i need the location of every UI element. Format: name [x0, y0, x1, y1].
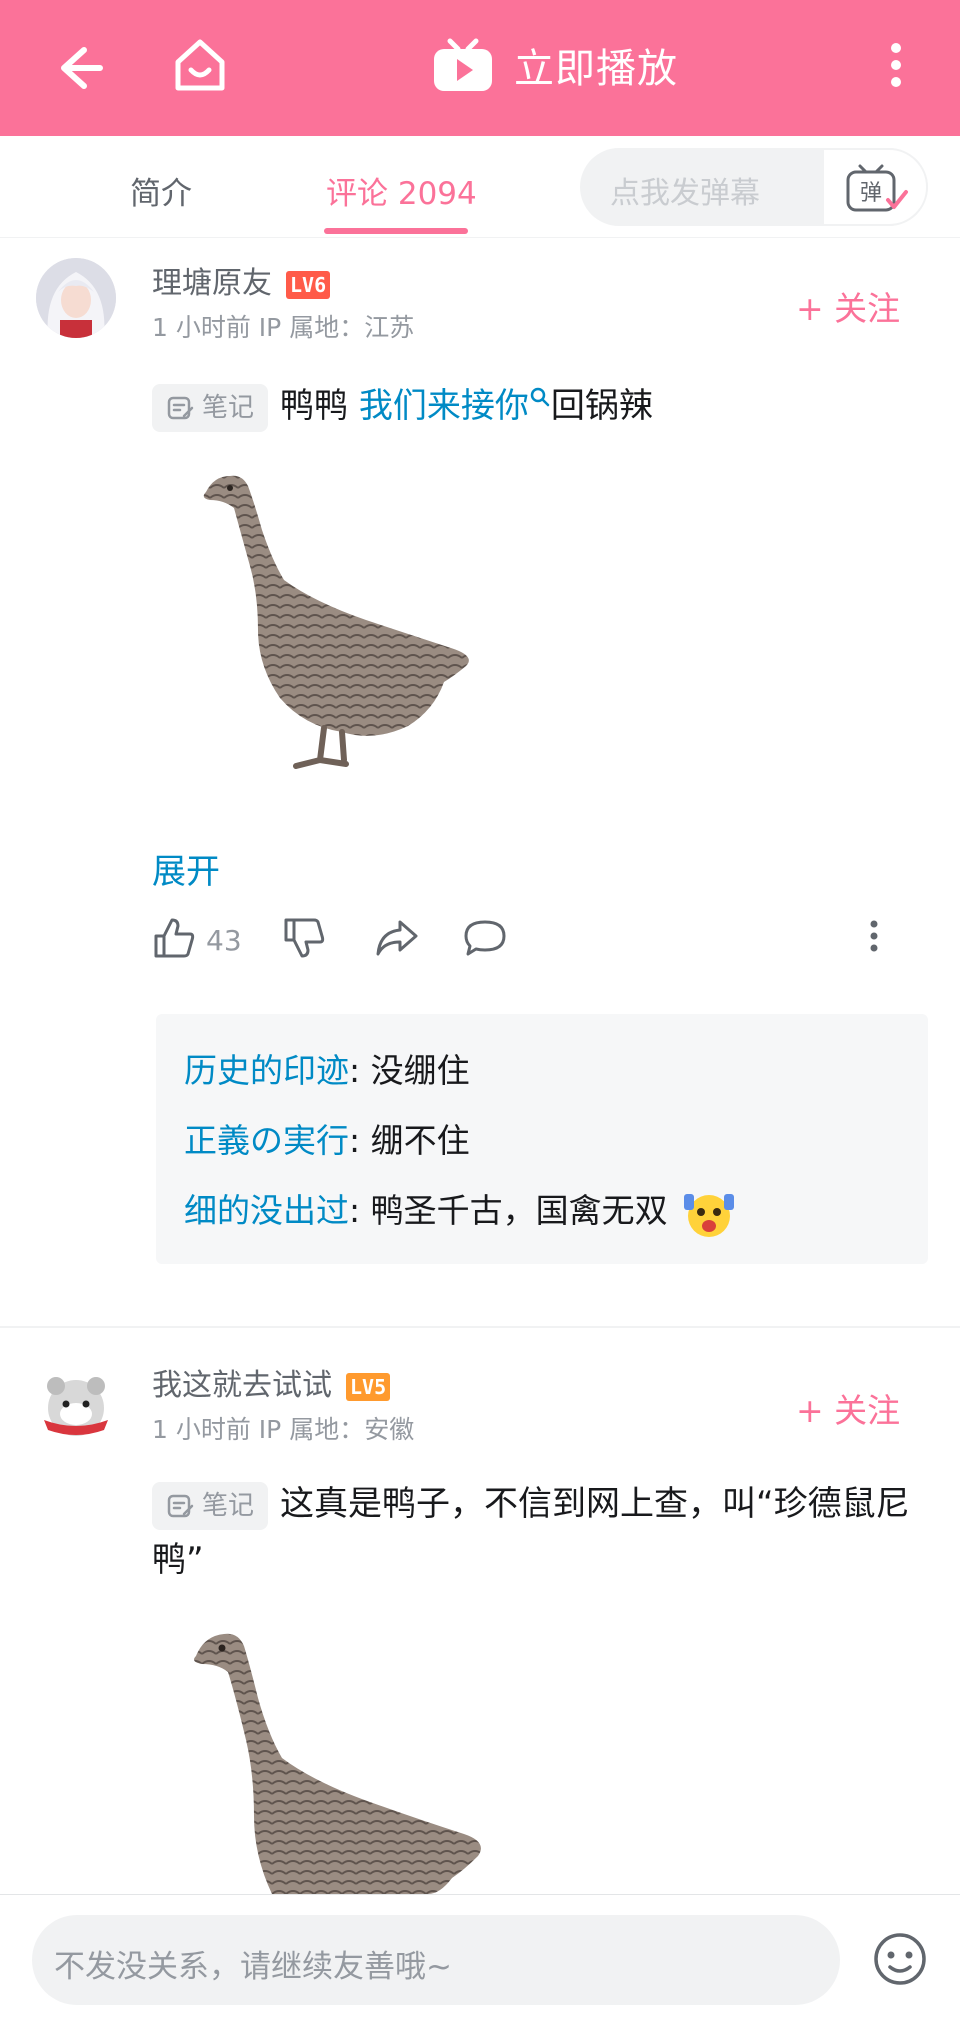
avatar[interactable] [36, 258, 116, 338]
shocked-emoji-icon [684, 1193, 735, 1237]
emoji-icon[interactable] [872, 1931, 928, 1987]
reply-username[interactable]: 历史的印迹 [184, 1051, 349, 1090]
comment-item: 理塘原友 LV6 1 小时前 IP 属地：江苏 + 关注 笔记 鸭鸭 我们来接你回… [0, 238, 960, 1328]
tab-bar: 简介 评论 2094 点我发弹幕 弹 [0, 136, 960, 238]
top-bar: 立即播放 [0, 0, 960, 136]
danmaku-icon: 弹 [846, 164, 908, 212]
comment-meta: 1 小时前 IP 属地：江苏 [152, 313, 415, 342]
more-vertical-icon[interactable] [884, 40, 908, 90]
svg-text:弹: 弹 [860, 181, 882, 206]
comment-image[interactable] [196, 470, 506, 770]
share-icon[interactable] [374, 916, 420, 960]
comment-meta: 1 小时前 IP 属地：安徽 [152, 1415, 415, 1444]
comment-username[interactable]: 理塘原友 LV6 [152, 258, 331, 302]
reply-preview[interactable]: 历史的印迹: 没绷住 正義の実行: 绷不住 细的没出过: 鸭圣千古，国禽无双 [156, 1014, 928, 1264]
level-badge: LV6 [286, 270, 331, 299]
follow-button[interactable]: + 关注 [796, 282, 900, 330]
comment-input[interactable]: 不发没关系，请继续友善哦~ [32, 1915, 840, 2005]
note-badge[interactable]: 笔记 [152, 383, 269, 432]
comment-text: 笔记 鸭鸭 我们来接你 回锅辣 [152, 378, 912, 434]
danmaku-toggle-button[interactable]: 弹 [822, 148, 928, 226]
comment-actions: 43 [152, 916, 892, 966]
reply-username[interactable]: 正義の実行 [184, 1121, 349, 1160]
play-now-label: 立即播放 [514, 46, 678, 92]
comment-text: 笔记 这真是鸭子，不信到网上查，叫“珍德鼠尼鸭” [152, 1476, 912, 1588]
tab-comments[interactable]: 评论 2094 [326, 168, 477, 213]
back-arrow-icon[interactable] [44, 36, 108, 100]
comment-bar: 不发没关系，请继续友善哦~ [0, 1894, 960, 2022]
reply-item: 细的没出过: 鸭圣千古，国禽无双 [184, 1184, 736, 1240]
comment-more-icon[interactable] [866, 916, 882, 960]
avatar[interactable] [36, 1364, 116, 1444]
tab-intro[interactable]: 简介 [130, 168, 192, 213]
level-badge: LV5 [346, 1372, 391, 1401]
expand-button[interactable]: 展开 [152, 844, 220, 893]
like-icon[interactable] [152, 916, 196, 960]
note-icon [167, 1494, 194, 1517]
note-icon [167, 396, 194, 419]
comment-image[interactable] [188, 1626, 518, 1894]
dislike-icon[interactable] [282, 916, 326, 960]
search-icon [530, 387, 550, 407]
follow-button[interactable]: + 关注 [796, 1384, 900, 1432]
comment-username[interactable]: 我这就去试试 LV5 [152, 1360, 391, 1404]
comment-divider [0, 1326, 960, 1328]
reply-username[interactable]: 细的没出过 [184, 1191, 349, 1230]
reply-icon[interactable] [462, 916, 508, 960]
reply-item: 历史的印迹: 没绷住 [184, 1051, 470, 1090]
search-link[interactable]: 我们来接你 [359, 386, 551, 426]
tv-play-icon [434, 38, 492, 91]
home-icon[interactable] [168, 32, 232, 96]
active-tab-indicator [324, 228, 468, 234]
comment-item: 我这就去试试 LV5 1 小时前 IP 属地：安徽 + 关注 笔记 这真是鸭子，不… [0, 1340, 960, 1896]
danmaku-placeholder: 点我发弹幕 [610, 176, 760, 211]
like-count: 43 [206, 924, 242, 957]
danmaku-input[interactable]: 点我发弹幕 弹 [580, 148, 928, 226]
play-now-button[interactable]: 立即播放 [432, 30, 678, 100]
comment-input-placeholder: 不发没关系，请继续友善哦~ [54, 1949, 452, 1985]
note-badge[interactable]: 笔记 [152, 1481, 269, 1530]
reply-item: 正義の実行: 绷不住 [184, 1121, 470, 1160]
